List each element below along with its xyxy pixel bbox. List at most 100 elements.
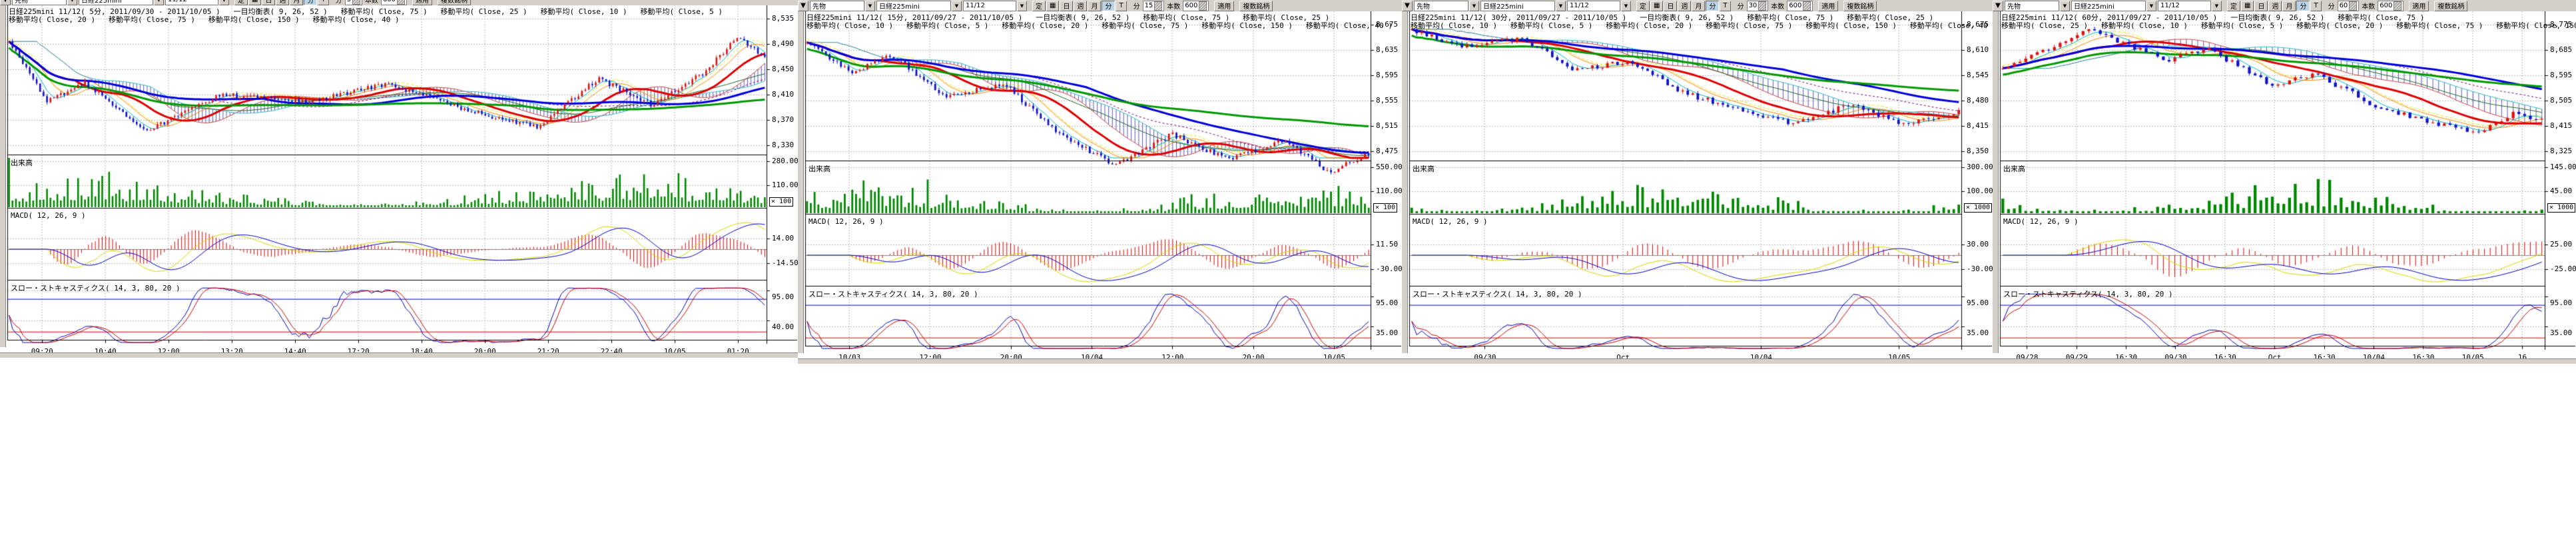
multi-symbol-button[interactable]: 複数銘柄	[1843, 1, 1877, 11]
symbol-dropdown-arrow-icon[interactable]: ▼	[154, 0, 164, 5]
contract-dropdown[interactable]: 11/12	[2158, 1, 2211, 11]
timeframe-button-4[interactable]: 週	[1678, 1, 1691, 11]
timeframe-button-2[interactable]: ▦	[2241, 1, 2254, 11]
timeframe-button-4[interactable]: 週	[276, 0, 289, 5]
horizontal-scrollbar[interactable]	[0, 352, 798, 358]
timeframe-button-4[interactable]: 週	[1074, 1, 1087, 11]
apply-button[interactable]: 適用	[1214, 1, 1234, 11]
market-dropdown-arrow-icon[interactable]: ▼	[2060, 1, 2070, 11]
contract-dropdown[interactable]: 11/12	[165, 0, 218, 5]
timeframe-button-6[interactable]: 分	[1706, 1, 1719, 11]
apply-button[interactable]: 適用	[412, 0, 432, 5]
market-dropdown[interactable]: 先物	[1414, 1, 1468, 11]
spinner-icon[interactable]	[2394, 1, 2402, 11]
timeframe-button-3[interactable]: 日	[1060, 1, 1073, 11]
panel-menu-button[interactable]: ▼	[798, 1, 808, 11]
market-dropdown-arrow-icon[interactable]: ▼	[1469, 1, 1479, 11]
contract-dropdown-arrow-icon[interactable]: ▼	[2212, 1, 2222, 11]
timeframe-button-5[interactable]: 月	[1692, 1, 1705, 11]
timeframe-button-1[interactable]: 定	[1636, 1, 1650, 11]
symbol-dropdown-arrow-icon[interactable]: ▼	[1556, 1, 1566, 11]
timeframe-button-3[interactable]: 日	[1664, 1, 1677, 11]
timeframe-button-7[interactable]: T	[2310, 1, 2321, 11]
market-dropdown[interactable]: 先物	[2005, 1, 2059, 11]
symbol-dropdown-arrow-icon[interactable]: ▼	[2146, 1, 2156, 11]
price-axis-label: 8,675	[1967, 21, 1989, 29]
market-dropdown[interactable]: 先物	[12, 0, 67, 5]
horizontal-scrollbar[interactable]	[798, 358, 1402, 364]
panel-menu-button[interactable]: ▼	[1402, 1, 1413, 11]
timeframe-button-7[interactable]: T	[1116, 1, 1126, 11]
volume-axis-label: 45.00	[2550, 187, 2572, 195]
contract-dropdown[interactable]: 11/12	[963, 1, 1016, 11]
symbol-dropdown[interactable]: 日経225mini	[79, 0, 153, 5]
market-dropdown[interactable]: 先物	[810, 1, 864, 11]
spinner-icon[interactable]	[1803, 1, 1811, 11]
price-chart-canvas[interactable]	[1408, 11, 1992, 352]
spinner-icon[interactable]	[2349, 1, 2357, 11]
timeframe-button-6[interactable]: 分	[304, 0, 317, 5]
price-chart-canvas[interactable]	[804, 11, 1401, 352]
apply-button[interactable]: 適用	[1818, 1, 1838, 11]
bar-count-spinner[interactable]: 600	[1183, 1, 1209, 11]
timeframe-button-7[interactable]: T	[318, 0, 328, 5]
timeframe-button-3[interactable]: 日	[2254, 1, 2268, 11]
symbol-dropdown[interactable]: 日経225mini	[2071, 1, 2146, 11]
bar-count-spinner[interactable]: 600	[2378, 1, 2404, 11]
vertical-scrollbar[interactable]	[0, 5, 6, 347]
price-chart-canvas[interactable]	[1999, 11, 2575, 352]
timeframe-button-5[interactable]: 月	[1088, 1, 1101, 11]
volume-axis-label: 145.00	[2550, 163, 2576, 171]
contract-dropdown-arrow-icon[interactable]: ▼	[1621, 1, 1631, 11]
period-spinner[interactable]: 15	[1143, 1, 1165, 11]
multi-symbol-button[interactable]: 複数銘柄	[1239, 1, 1273, 11]
macd-pane-label: MACD( 12, 26, 9 )	[1413, 217, 1488, 226]
timeframe-button-2[interactable]: ▦	[1650, 1, 1663, 11]
timeframe-button-1[interactable]: 定	[2227, 1, 2240, 11]
bar-count-spinner[interactable]: 600	[1787, 1, 1813, 11]
timeframe-button-6[interactable]: 分	[2296, 1, 2310, 11]
contract-dropdown-arrow-icon[interactable]: ▼	[219, 0, 229, 5]
macd-axis-label: -14.50	[772, 259, 799, 267]
timeframe-button-5[interactable]: 月	[2282, 1, 2296, 11]
horizontal-scrollbar[interactable]	[1402, 358, 1993, 364]
vertical-scrollbar[interactable]	[1402, 11, 1408, 353]
period-spinner[interactable]: 60	[2338, 1, 2360, 11]
timeframe-button-1[interactable]: 定	[1032, 1, 1046, 11]
timeframe-button-2[interactable]: ▦	[1046, 1, 1059, 11]
contract-dropdown[interactable]: 11/12	[1567, 1, 1620, 11]
price-axis-label: 8,515	[1376, 122, 1398, 130]
period-spinner[interactable]: 5	[345, 0, 362, 5]
period-spinner[interactable]: 30	[1747, 1, 1769, 11]
bar-count-spinner[interactable]: 600	[381, 0, 407, 5]
volume-axis-label: 300.00	[1967, 163, 1993, 171]
spinner-icon[interactable]	[397, 0, 405, 5]
multi-symbol-button[interactable]: 複数銘柄	[2434, 1, 2467, 11]
spinner-icon[interactable]	[1154, 1, 1162, 11]
market-dropdown-arrow-icon[interactable]: ▼	[865, 1, 875, 11]
horizontal-scrollbar[interactable]	[1993, 358, 2576, 364]
contract-dropdown-arrow-icon[interactable]: ▼	[1017, 1, 1027, 11]
symbol-dropdown[interactable]: 日経225mini	[1480, 1, 1555, 11]
apply-button[interactable]: 適用	[2409, 1, 2429, 11]
spinner-icon[interactable]	[352, 0, 360, 5]
spinner-icon[interactable]	[1758, 1, 1766, 11]
symbol-dropdown[interactable]: 日経225mini	[876, 1, 951, 11]
spinner-icon[interactable]	[1199, 1, 1207, 11]
vertical-scrollbar[interactable]	[798, 11, 804, 353]
market-dropdown-arrow-icon[interactable]: ▼	[67, 0, 77, 5]
timeframe-button-6[interactable]: 分	[1102, 1, 1115, 11]
panel-menu-button[interactable]: ▼	[1993, 1, 2003, 11]
timeframe-button-5[interactable]: 月	[290, 0, 303, 5]
multi-symbol-button[interactable]: 複数銘柄	[438, 0, 471, 5]
timeframe-button-2[interactable]: ▦	[248, 0, 261, 5]
timeframe-button-4[interactable]: 週	[2268, 1, 2282, 11]
timeframe-button-1[interactable]: 定	[234, 0, 248, 5]
price-axis-label: 8,410	[772, 91, 794, 99]
panel-menu-button[interactable]: ▼	[0, 0, 11, 5]
price-chart-canvas[interactable]	[6, 5, 797, 346]
timeframe-button-7[interactable]: T	[1720, 1, 1730, 11]
symbol-dropdown-arrow-icon[interactable]: ▼	[952, 1, 962, 11]
vertical-scrollbar[interactable]	[1993, 11, 1999, 353]
timeframe-button-3[interactable]: 日	[262, 0, 275, 5]
